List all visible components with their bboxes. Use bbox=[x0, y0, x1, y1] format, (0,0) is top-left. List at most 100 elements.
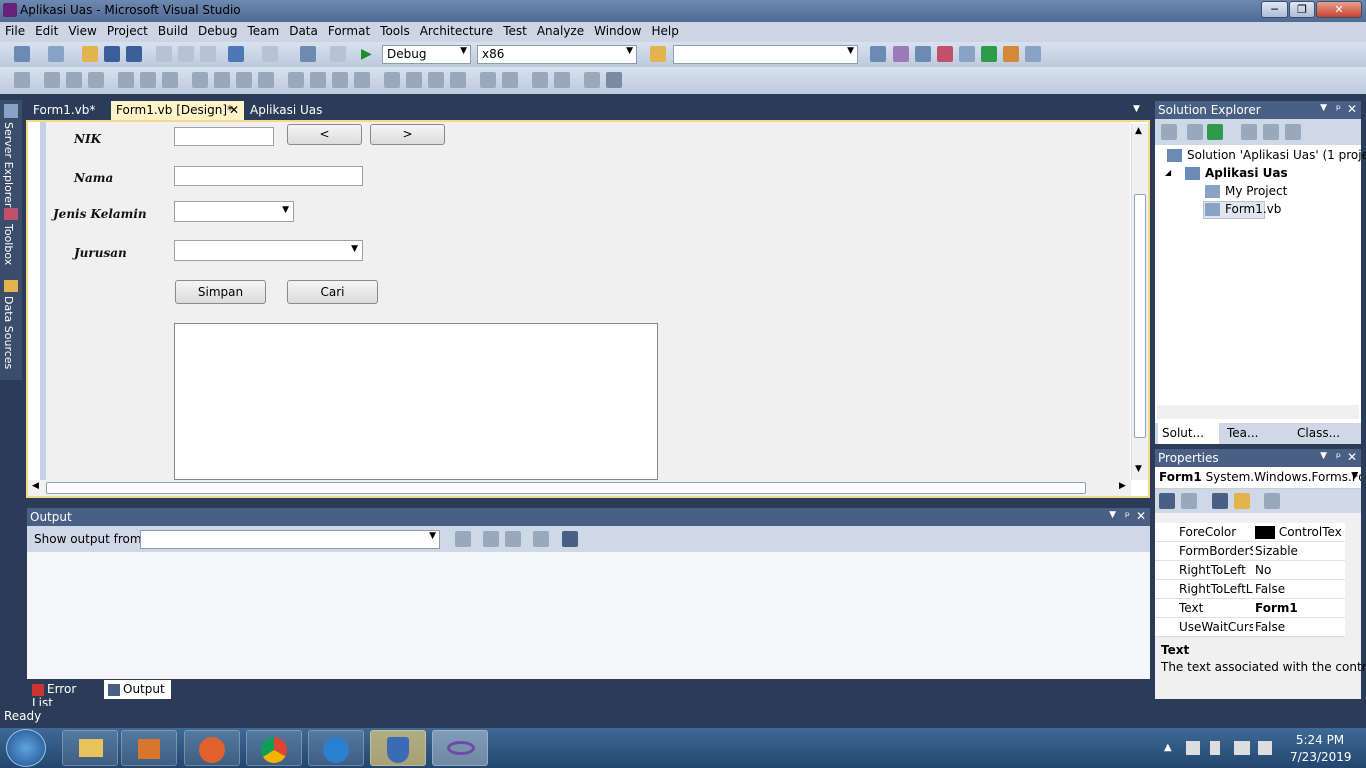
close-button[interactable]: ✕ bbox=[1316, 1, 1362, 18]
cari-button[interactable]: Cari bbox=[287, 280, 378, 304]
panel-menu-icon[interactable]: ▼ bbox=[1320, 451, 1327, 461]
menu-window[interactable]: Window bbox=[589, 22, 646, 38]
tab-order-icon[interactable] bbox=[584, 72, 600, 88]
menu-view[interactable]: View bbox=[63, 22, 101, 38]
designer-horizontal-scrollbar[interactable]: ◀ ▶ bbox=[28, 480, 1131, 496]
properties-view-icon[interactable] bbox=[1212, 493, 1228, 509]
open-folder-icon[interactable] bbox=[82, 46, 98, 62]
property-pages-icon[interactable] bbox=[1264, 493, 1280, 509]
collapse-icon[interactable]: ◢ bbox=[1165, 168, 1171, 177]
property-grid-scrollbar[interactable] bbox=[1345, 523, 1361, 637]
property-row[interactable]: RightToLeftLa False bbox=[1155, 580, 1345, 599]
scroll-left-icon[interactable]: ◀ bbox=[32, 481, 39, 491]
view-code-icon[interactable] bbox=[1241, 124, 1257, 140]
property-row[interactable]: ForeColor ControlTex bbox=[1155, 523, 1345, 542]
start-debugging-icon[interactable]: ▶ bbox=[361, 46, 372, 62]
firefox-taskbar-icon[interactable] bbox=[184, 730, 240, 766]
tree-form1-vb[interactable]: Form1.vb bbox=[1225, 202, 1281, 216]
previous-message-icon[interactable] bbox=[483, 531, 499, 547]
toolbox-icon[interactable] bbox=[937, 46, 953, 62]
scroll-up-icon[interactable]: ▲ bbox=[1135, 126, 1142, 136]
alphabetical-icon[interactable] bbox=[1181, 493, 1197, 509]
property-row[interactable]: RightToLeft No bbox=[1155, 561, 1345, 580]
decrease-horizontal-spacing-icon[interactable] bbox=[332, 72, 348, 88]
property-row[interactable]: FormBorderStSizable bbox=[1155, 542, 1345, 561]
increase-horizontal-spacing-icon[interactable] bbox=[310, 72, 326, 88]
security-shield-taskbar-icon[interactable] bbox=[370, 730, 426, 766]
pin-icon[interactable]: ᵖ bbox=[1125, 509, 1130, 523]
close-panel-icon[interactable]: ✕ bbox=[1347, 102, 1357, 116]
close-panel-icon[interactable]: ✕ bbox=[1347, 450, 1357, 464]
tab-aplikasi-uas[interactable]: Aplikasi Uas bbox=[245, 101, 327, 121]
view-designer-icon[interactable] bbox=[1263, 124, 1279, 140]
remove-vertical-spacing-icon[interactable] bbox=[450, 72, 466, 88]
copy-icon[interactable] bbox=[178, 46, 194, 62]
scroll-right-icon[interactable]: ▶ bbox=[1119, 481, 1126, 491]
menu-data[interactable]: Data bbox=[284, 22, 323, 38]
extension-manager-icon[interactable] bbox=[1003, 46, 1019, 62]
tab-output[interactable]: Output bbox=[104, 680, 171, 699]
scroll-down-icon[interactable]: ▼ bbox=[1135, 464, 1142, 474]
lock-controls-icon[interactable] bbox=[606, 72, 622, 88]
tab-solution-explorer[interactable]: Solut... bbox=[1158, 423, 1219, 444]
browser-taskbar-icon[interactable] bbox=[308, 730, 364, 766]
data-grid[interactable] bbox=[174, 323, 658, 480]
start-button[interactable] bbox=[6, 729, 46, 767]
next-button[interactable]: > bbox=[370, 124, 445, 145]
horizontal-scroll-thumb[interactable] bbox=[46, 482, 1086, 494]
designer-vertical-scrollbar[interactable]: ▲ ▼ bbox=[1131, 124, 1148, 480]
remove-horizontal-spacing-icon[interactable] bbox=[354, 72, 370, 88]
undo-icon[interactable] bbox=[228, 46, 244, 62]
output-source-select[interactable]: ▼ bbox=[140, 530, 440, 549]
tab-server-explorer[interactable]: Server Explorer bbox=[2, 122, 15, 207]
make-same-height-icon[interactable] bbox=[214, 72, 230, 88]
tree-solution[interactable]: Solution 'Aplikasi Uas' (1 project) bbox=[1187, 148, 1366, 162]
menu-file[interactable]: File bbox=[0, 22, 30, 38]
solution-horizontal-scrollbar[interactable] bbox=[1157, 405, 1359, 419]
make-same-size-icon[interactable] bbox=[236, 72, 252, 88]
align-middles-icon[interactable] bbox=[140, 72, 156, 88]
tab-dropdown-icon[interactable]: ▼ bbox=[1133, 104, 1140, 114]
menu-test[interactable]: Test bbox=[498, 22, 532, 38]
action-center-icon[interactable] bbox=[1186, 741, 1200, 755]
redo-icon[interactable] bbox=[262, 46, 278, 62]
jenis-kelamin-combobox[interactable]: ▼ bbox=[174, 201, 294, 222]
nik-textbox[interactable] bbox=[174, 127, 274, 146]
media-player-taskbar-icon[interactable] bbox=[121, 730, 177, 766]
menu-edit[interactable]: Edit bbox=[30, 22, 63, 38]
clear-all-icon[interactable] bbox=[533, 531, 549, 547]
word-wrap-icon[interactable] bbox=[562, 531, 578, 547]
jurusan-combobox[interactable]: ▼ bbox=[174, 240, 363, 261]
save-all-icon[interactable] bbox=[126, 46, 142, 62]
horizontal-spacing-icon[interactable] bbox=[288, 72, 304, 88]
menu-build[interactable]: Build bbox=[153, 22, 193, 38]
class-diagram-icon[interactable] bbox=[1285, 124, 1301, 140]
chrome-taskbar-icon[interactable] bbox=[246, 730, 302, 766]
close-panel-icon[interactable]: ✕ bbox=[1136, 509, 1146, 523]
minimize-button[interactable]: ─ bbox=[1261, 1, 1288, 18]
menu-debug[interactable]: Debug bbox=[193, 22, 242, 38]
file-explorer-taskbar-icon[interactable] bbox=[62, 730, 118, 766]
align-to-grid-icon[interactable] bbox=[14, 72, 30, 88]
align-centers-icon[interactable] bbox=[66, 72, 82, 88]
tab-form1-code[interactable]: Form1.vb* bbox=[28, 101, 100, 121]
paste-icon[interactable] bbox=[200, 46, 216, 62]
make-same-width-icon[interactable] bbox=[192, 72, 208, 88]
next-message-icon[interactable] bbox=[505, 531, 521, 547]
navigate-backward-icon[interactable] bbox=[300, 46, 316, 62]
clock[interactable]: 5:24 PM 7/23/2019 bbox=[1290, 733, 1352, 764]
tab-error-list[interactable]: Error List bbox=[28, 680, 102, 710]
send-to-back-icon[interactable] bbox=[554, 72, 570, 88]
show-hidden-icons[interactable]: ▲ bbox=[1164, 742, 1172, 753]
menu-tools[interactable]: Tools bbox=[375, 22, 415, 38]
tree-my-project[interactable]: My Project bbox=[1225, 184, 1287, 198]
center-horizontally-icon[interactable] bbox=[480, 72, 496, 88]
menu-project[interactable]: Project bbox=[102, 22, 153, 38]
menu-analyze[interactable]: Analyze bbox=[532, 22, 589, 38]
align-rights-icon[interactable] bbox=[88, 72, 104, 88]
tab-data-sources[interactable]: Data Sources bbox=[2, 296, 15, 369]
menu-format[interactable]: Format bbox=[323, 22, 375, 38]
events-icon[interactable] bbox=[1234, 493, 1250, 509]
network-icon[interactable] bbox=[1234, 741, 1250, 755]
visual-studio-taskbar-icon[interactable] bbox=[432, 730, 488, 766]
